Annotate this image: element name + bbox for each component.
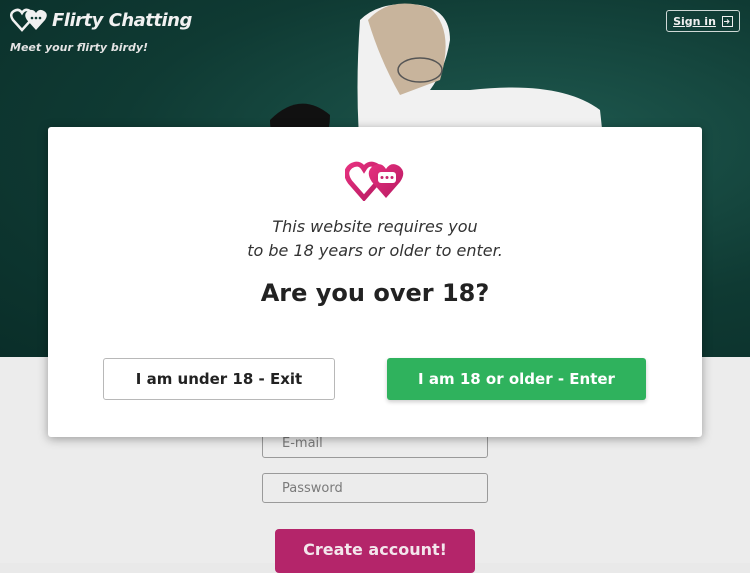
enter-button[interactable]: I am 18 or older - Enter — [387, 358, 646, 400]
modal-message-line1: This website requires you — [272, 217, 478, 236]
exit-button[interactable]: I am under 18 - Exit — [103, 358, 335, 400]
hearts-chat-logo-icon — [345, 161, 404, 201]
modal-message: This website requires you to be 18 years… — [48, 215, 702, 263]
age-verification-modal: This website requires you to be 18 years… — [48, 127, 702, 437]
modal-message-line2: to be 18 years or older to enter. — [247, 241, 503, 260]
modal-question: Are you over 18? — [260, 279, 490, 307]
